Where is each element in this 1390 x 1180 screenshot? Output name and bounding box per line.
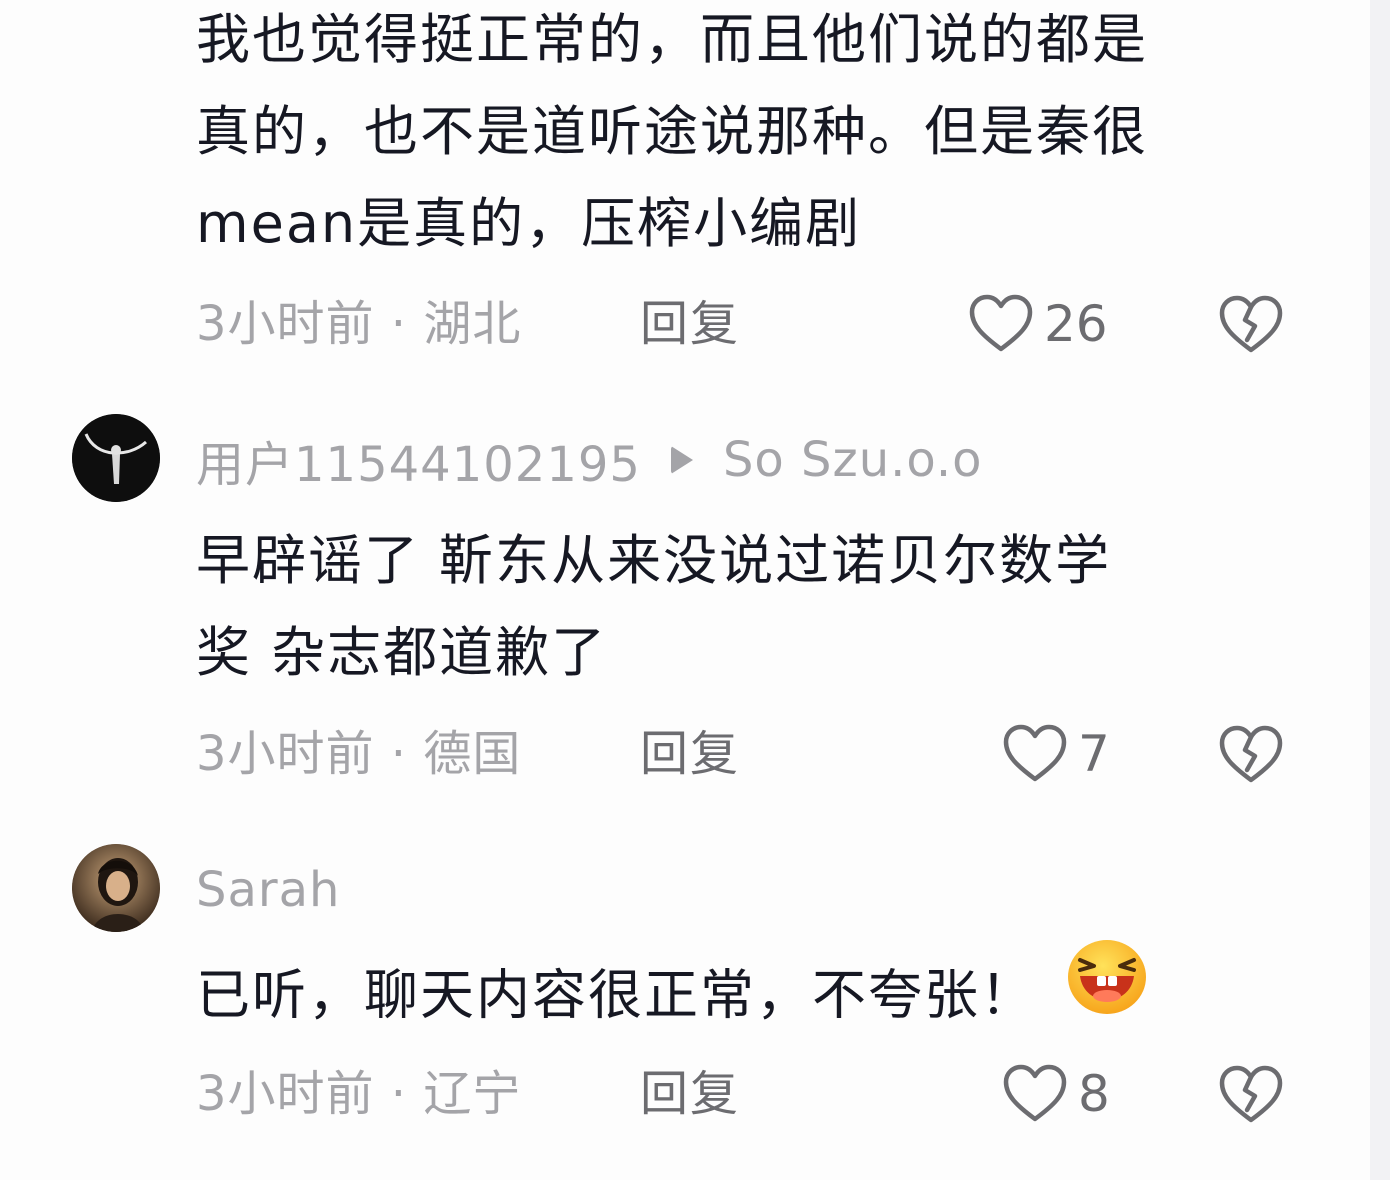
like-count: 26 — [1044, 295, 1108, 353]
reply-button[interactable]: 回复 — [640, 722, 740, 786]
comment-text-line: 真的，也不是道听途说那种。但是秦很 — [196, 100, 1148, 163]
reply-button[interactable]: 回复 — [640, 292, 740, 356]
like-count: 8 — [1078, 1065, 1110, 1123]
username[interactable]: Sarah — [196, 862, 340, 918]
comment-text: 已听，聊天内容很正常，不夸张！ — [196, 940, 1306, 1052]
like-button[interactable]: 8 — [1002, 1062, 1110, 1126]
time-location: 3小时前 · 德国 — [196, 726, 522, 782]
comment-text: 早辟谣了 靳东从来没说过诺贝尔数学 奖 杂志都道歉了 — [196, 515, 1306, 699]
comment-meta: 3小时前 · 辽宁 回复 8 — [196, 1062, 1306, 1126]
broken-heart-icon[interactable] — [1218, 724, 1284, 786]
comment-text-line: 早辟谣了 靳东从来没说过诺贝尔数学 — [196, 529, 1112, 592]
scroll-edge — [1370, 0, 1390, 1180]
heart-outline-icon — [969, 294, 1033, 352]
grinning-squint-emoji — [1066, 938, 1148, 1044]
like-count: 7 — [1078, 725, 1110, 783]
comment-meta: 3小时前 · 德国 回复 7 — [196, 722, 1306, 786]
like-button[interactable]: 26 — [968, 292, 1108, 356]
reply-arrow-icon — [670, 446, 693, 474]
time-location: 3小时前 · 辽宁 — [196, 1066, 522, 1122]
comment-meta: 3小时前 · 湖北 回复 26 — [196, 292, 1306, 356]
username-row: Sarah — [196, 860, 340, 920]
avatar[interactable] — [72, 844, 160, 932]
broken-heart-icon[interactable] — [1218, 1064, 1284, 1126]
comment-list: 我也觉得挺正常的，而且他们说的都是 真的，也不是道听途说那种。但是秦很 mean… — [0, 0, 1370, 1180]
username[interactable]: 用户11544102195 — [196, 425, 641, 495]
comment-text-line: 奖 杂志都道歉了 — [196, 621, 608, 684]
reply-button[interactable]: 回复 — [640, 1062, 740, 1126]
comment-text: 我也觉得挺正常的，而且他们说的都是 真的，也不是道听途说那种。但是秦很 mean… — [196, 0, 1306, 270]
avatar-photo-portrait — [72, 844, 160, 932]
heart-outline-icon — [1003, 724, 1067, 782]
comment-text-line: 已听，聊天内容很正常，不夸张！ — [196, 963, 1036, 1027]
comment-text-line: 我也觉得挺正常的，而且他们说的都是 — [196, 8, 1148, 71]
heart-outline-icon — [1003, 1064, 1067, 1122]
broken-heart-icon[interactable] — [1218, 294, 1284, 356]
comment-text-line: mean是真的，压榨小编剧 — [196, 192, 862, 255]
avatar[interactable] — [72, 414, 160, 502]
avatar-dark-figure — [72, 414, 160, 502]
reply-to-username[interactable]: So Szu.o.o — [723, 432, 983, 488]
time-location: 3小时前 · 湖北 — [196, 296, 522, 352]
username-row: 用户11544102195 So Szu.o.o — [196, 430, 983, 493]
like-button[interactable]: 7 — [1002, 722, 1110, 786]
